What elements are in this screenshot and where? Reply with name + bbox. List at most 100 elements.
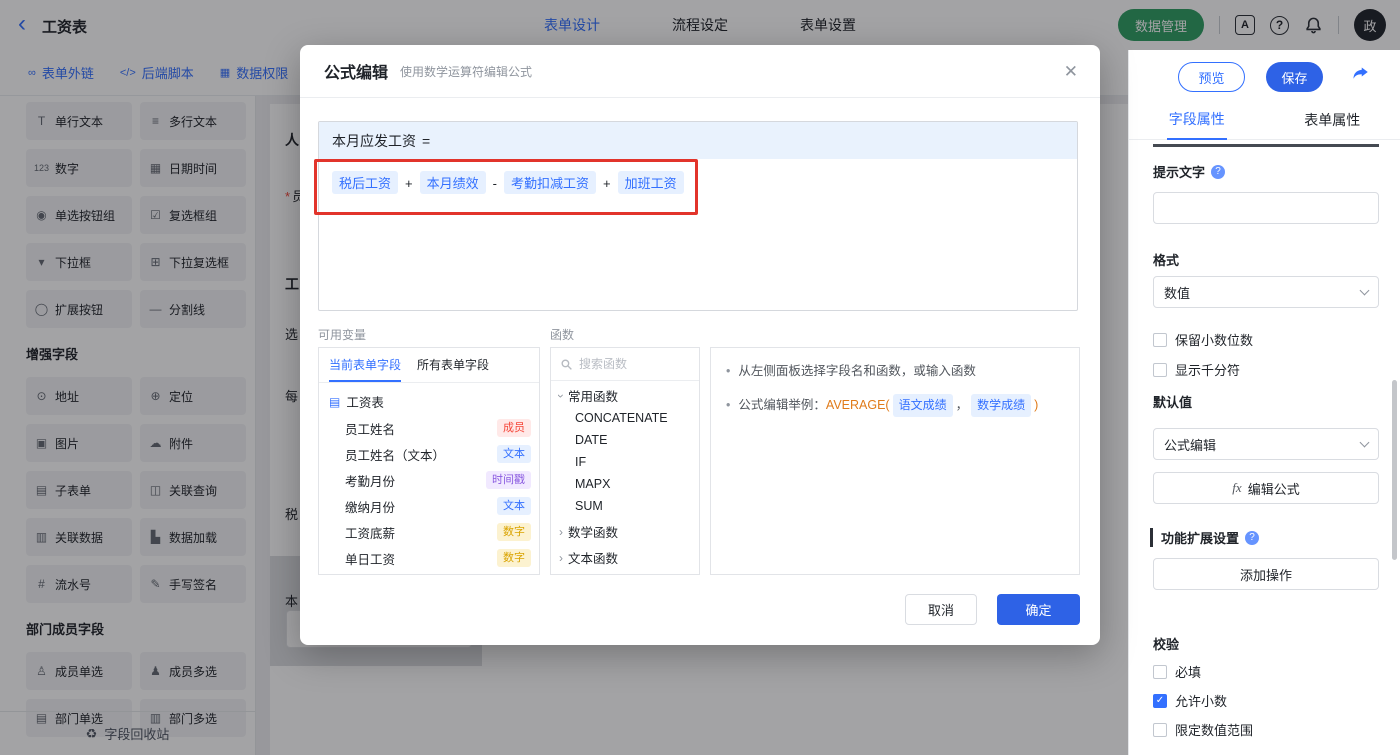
form-doc-icon: ▤: [329, 395, 340, 409]
format-label: 格式: [1153, 250, 1179, 269]
edit-formula-label: 编辑公式: [1248, 479, 1300, 498]
tree-root-form[interactable]: ▤ 工资表: [319, 388, 539, 415]
bullet: •: [726, 364, 730, 378]
example-field-chip: 数学成绩: [971, 394, 1031, 417]
keep-decimals-checkbox[interactable]: 保留小数位数: [1153, 330, 1253, 349]
property-tabs: 字段属性 表单属性: [1129, 100, 1400, 140]
variables-tabs: 当前表单字段 所有表单字段: [319, 348, 539, 383]
function-item[interactable]: IF: [551, 451, 699, 473]
tab-all-form-fields[interactable]: 所有表单字段: [417, 348, 489, 382]
modal-subtitle: 使用数学运算符编辑公式: [400, 63, 532, 80]
bullet: •: [726, 398, 730, 412]
validation-label: 校验: [1153, 634, 1179, 653]
variable-row[interactable]: 考勤月份时间戳: [319, 467, 539, 493]
confirm-button[interactable]: 确定: [997, 594, 1080, 625]
function-item[interactable]: MAPX: [551, 473, 699, 495]
limit-range-checkbox[interactable]: 限定数值范围: [1153, 720, 1253, 739]
variable-row[interactable]: 员工姓名成员: [319, 415, 539, 441]
chevron-down-icon: ›: [556, 394, 566, 398]
example-field-chip: 语文成绩: [893, 394, 953, 417]
variables-section-label: 可用变量: [318, 326, 366, 343]
format-select[interactable]: 数值: [1153, 276, 1379, 308]
field-token[interactable]: 考勤扣减工资: [504, 171, 596, 194]
field-type-tag: 数字: [497, 523, 531, 541]
variables-tree: ▤ 工资表 员工姓名成员 员工姓名（文本）文本 考勤月份时间戳 缴纳月份文本 工…: [319, 383, 539, 571]
edit-formula-button[interactable]: fx 编辑公式: [1153, 472, 1379, 504]
function-item[interactable]: SUM: [551, 495, 699, 517]
tab-form-properties[interactable]: 表单属性: [1265, 100, 1400, 139]
function-name: AVERAGE(: [826, 398, 890, 412]
tip-example-line: •公式编辑举例：AVERAGE(语文成绩，数学成绩): [726, 394, 1064, 417]
property-panel: 预览 保存 字段属性 表单属性 提示文字 格式 数值 保留小数位数 显示千分符 …: [1128, 50, 1400, 755]
share-icon[interactable]: [1351, 66, 1371, 89]
close-icon[interactable]: ✕: [1064, 62, 1078, 82]
field-type-tag: 成员: [497, 419, 531, 437]
allow-decimal-checkbox[interactable]: 允许小数: [1153, 691, 1227, 710]
field-type-tag: 数字: [497, 549, 531, 567]
checkbox[interactable]: [1153, 723, 1167, 737]
field-token[interactable]: 本月绩效: [420, 171, 486, 194]
preview-button[interactable]: 预览: [1178, 62, 1245, 92]
field-token[interactable]: 税后工资: [332, 171, 398, 194]
variables-panel: 当前表单字段 所有表单字段 ▤ 工资表 员工姓名成员 员工姓名（文本）文本 考勤…: [318, 347, 540, 575]
help-icon[interactable]: [1245, 531, 1259, 545]
group-label: 文本函数: [568, 548, 618, 567]
checkbox-label: 允许小数: [1175, 691, 1227, 710]
functions-panel: › 常用函数 CONCATENATE DATE IF MAPX SUM › 数学…: [550, 347, 700, 575]
function-group-text[interactable]: › 文本函数: [551, 543, 699, 569]
checkbox-checked[interactable]: [1153, 694, 1167, 708]
equals-sign: =: [422, 133, 430, 149]
field-type-tag: 文本: [497, 445, 531, 463]
hint-text-input[interactable]: [1153, 192, 1379, 224]
function-group-math[interactable]: › 数学函数: [551, 517, 699, 543]
modal-overlay: [0, 0, 1400, 50]
formula-expression[interactable]: 税后工资 + 本月绩效-考勤扣减工资 + 加班工资: [319, 159, 1077, 206]
formula-target-row: 本月应发工资 =: [319, 122, 1077, 159]
operator: +: [405, 176, 413, 191]
required-checkbox[interactable]: 必填: [1153, 662, 1201, 681]
group-label: 常用函数: [568, 386, 618, 405]
save-button[interactable]: 保存: [1266, 62, 1323, 92]
chevron-down-icon: [1360, 285, 1370, 295]
scrollbar[interactable]: [1392, 380, 1397, 560]
format-value: 数值: [1164, 283, 1190, 302]
function-item[interactable]: DATE: [551, 429, 699, 451]
modal-title: 公式编辑: [324, 59, 388, 83]
checkbox-label: 显示千分符: [1175, 360, 1240, 379]
function-search[interactable]: [551, 348, 699, 381]
fx-icon: fx: [1232, 480, 1241, 496]
function-search-input[interactable]: [579, 357, 679, 371]
variable-row[interactable]: 工资底薪数字: [319, 519, 539, 545]
checkbox-label: 保留小数位数: [1175, 330, 1253, 349]
field-type-tag: 时间戳: [486, 471, 531, 489]
checkbox[interactable]: [1153, 363, 1167, 377]
cancel-button[interactable]: 取消: [905, 594, 977, 625]
formula-editor-box[interactable]: 本月应发工资 = 税后工资 + 本月绩效-考勤扣减工资 + 加班工资: [318, 121, 1078, 311]
add-action-button[interactable]: 添加操作: [1153, 558, 1379, 590]
tree-root-label: 工资表: [346, 392, 384, 411]
operator: -: [493, 176, 497, 191]
chevron-right-icon: ›: [559, 553, 563, 563]
help-icon[interactable]: [1211, 165, 1225, 179]
field-type-tag: 文本: [497, 497, 531, 515]
variable-row[interactable]: 缴纳月份文本: [319, 493, 539, 519]
checkbox[interactable]: [1153, 665, 1167, 679]
field-token[interactable]: 加班工资: [618, 171, 684, 194]
default-value-select[interactable]: 公式编辑: [1153, 428, 1379, 460]
operator: +: [603, 176, 611, 191]
function-item[interactable]: CONCATENATE: [551, 407, 699, 429]
functions-section-label: 函数: [550, 326, 574, 343]
scrolled-field-edge: [1153, 144, 1379, 147]
modal-header: 公式编辑 使用数学运算符编辑公式 ✕: [300, 45, 1100, 98]
function-group-common[interactable]: › 常用函数: [551, 381, 699, 407]
variable-row[interactable]: 员工姓名（文本）文本: [319, 441, 539, 467]
checkbox-label: 限定数值范围: [1175, 720, 1253, 739]
add-action-label: 添加操作: [1240, 565, 1292, 584]
formula-editor-modal: 公式编辑 使用数学运算符编辑公式 ✕ 本月应发工资 = 税后工资+本月绩效-考勤…: [300, 45, 1100, 645]
tip-line: •从左侧面板选择字段名和函数，或输入函数: [726, 361, 1064, 383]
variable-row[interactable]: 单日工资数字: [319, 545, 539, 571]
checkbox[interactable]: [1153, 333, 1167, 347]
tab-current-form-fields[interactable]: 当前表单字段: [329, 348, 401, 382]
tab-field-properties[interactable]: 字段属性: [1129, 100, 1265, 139]
thousand-separator-checkbox[interactable]: 显示千分符: [1153, 360, 1240, 379]
